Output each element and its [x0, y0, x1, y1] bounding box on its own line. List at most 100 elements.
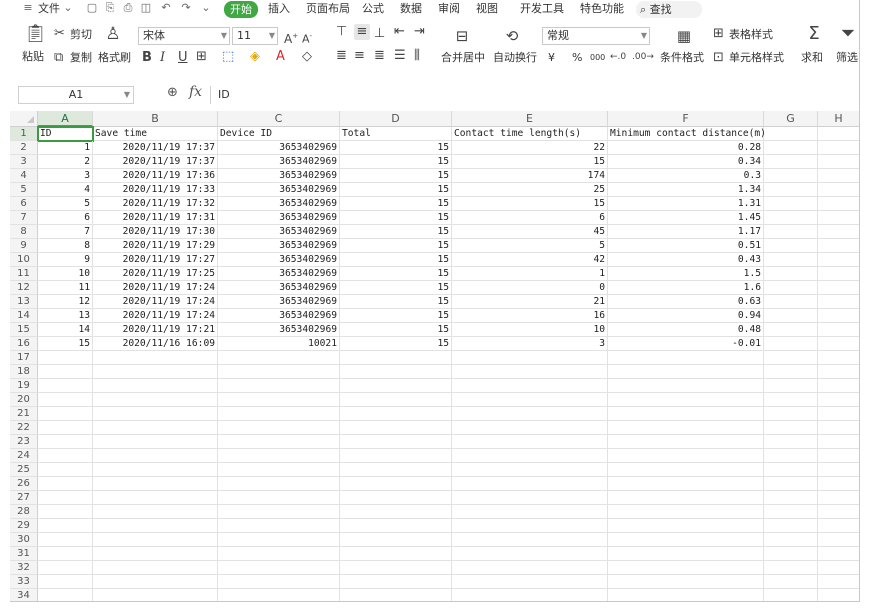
font-size-select[interactable]: 11 ▼ — [232, 27, 278, 45]
cell[interactable] — [818, 239, 859, 253]
row-header[interactable]: 13 — [10, 295, 38, 309]
column-header-f[interactable]: F — [608, 111, 764, 127]
clear-format-icon[interactable]: ◇ — [302, 49, 312, 65]
row-header[interactable]: 32 — [10, 561, 38, 575]
cell[interactable] — [218, 589, 340, 601]
cell[interactable]: 3653402969 — [218, 141, 340, 155]
cell[interactable]: 1.17 — [608, 225, 764, 239]
cell[interactable]: 21 — [452, 295, 608, 309]
cell[interactable] — [93, 533, 218, 547]
cell[interactable]: 2020/11/19 17:31 — [93, 211, 218, 225]
cell[interactable] — [764, 505, 818, 519]
cell[interactable] — [218, 505, 340, 519]
cell[interactable] — [818, 561, 859, 575]
cell[interactable]: 8 — [38, 239, 93, 253]
wrap-text-button[interactable]: 自动换行 — [493, 51, 537, 65]
cell[interactable]: Device ID — [218, 127, 340, 141]
tab-page-layout[interactable]: 页面布局 — [306, 1, 350, 17]
cell[interactable]: 3 — [452, 337, 608, 351]
cell[interactable] — [818, 547, 859, 561]
cell[interactable]: 15 — [340, 183, 452, 197]
cell[interactable] — [38, 379, 93, 393]
cell[interactable]: 2020/11/19 17:24 — [93, 281, 218, 295]
cell[interactable] — [452, 407, 608, 421]
cell[interactable] — [764, 407, 818, 421]
column-header-h[interactable]: H — [818, 111, 859, 127]
increase-font-icon[interactable]: A+ — [284, 28, 298, 47]
cell[interactable]: 5 — [38, 197, 93, 211]
cell[interactable]: 15 — [340, 295, 452, 309]
row-header[interactable]: 7 — [10, 211, 38, 225]
cell[interactable] — [818, 533, 859, 547]
row-header[interactable]: 10 — [10, 253, 38, 267]
cell[interactable] — [818, 211, 859, 225]
cell[interactable] — [218, 379, 340, 393]
cell[interactable] — [764, 253, 818, 267]
cell[interactable] — [818, 141, 859, 155]
cell[interactable]: 3653402969 — [218, 309, 340, 323]
cell[interactable]: 15 — [452, 155, 608, 169]
cell[interactable]: 0.63 — [608, 295, 764, 309]
distributed-icon[interactable]: ⫼ — [414, 48, 420, 64]
row-header[interactable]: 15 — [10, 323, 38, 337]
cell[interactable] — [764, 323, 818, 337]
zoom-icon[interactable]: ⊕ — [167, 85, 178, 100]
cell[interactable] — [218, 561, 340, 575]
cell[interactable] — [218, 463, 340, 477]
cell[interactable]: 3653402969 — [218, 183, 340, 197]
row-header[interactable]: 8 — [10, 225, 38, 239]
tab-developer[interactable]: 开发工具 — [520, 1, 564, 17]
cell[interactable] — [452, 505, 608, 519]
cell[interactable] — [608, 463, 764, 477]
cell[interactable] — [452, 477, 608, 491]
cell[interactable] — [818, 393, 859, 407]
cell[interactable]: 174 — [452, 169, 608, 183]
cell[interactable] — [818, 155, 859, 169]
cell[interactable] — [764, 589, 818, 601]
merge-center-button[interactable]: 合并居中 — [441, 51, 485, 65]
cell[interactable] — [818, 421, 859, 435]
row-header[interactable]: 14 — [10, 309, 38, 323]
cell[interactable]: 0.28 — [608, 141, 764, 155]
cell[interactable] — [93, 463, 218, 477]
cell[interactable] — [340, 547, 452, 561]
cell[interactable] — [38, 463, 93, 477]
cell[interactable] — [218, 365, 340, 379]
cell[interactable] — [818, 463, 859, 477]
cell[interactable] — [340, 365, 452, 379]
cell[interactable] — [38, 449, 93, 463]
tab-data[interactable]: 数据 — [400, 1, 422, 17]
cell[interactable]: 2020/11/19 17:36 — [93, 169, 218, 183]
cell[interactable]: 2020/11/19 17:29 — [93, 239, 218, 253]
cell[interactable] — [340, 519, 452, 533]
cell[interactable]: 3653402969 — [218, 267, 340, 281]
cell[interactable]: Contact time length(s) — [452, 127, 608, 141]
cell[interactable]: 2 — [38, 155, 93, 169]
row-header[interactable]: 9 — [10, 239, 38, 253]
cell[interactable]: 25 — [452, 183, 608, 197]
cell[interactable] — [818, 435, 859, 449]
cell[interactable] — [218, 449, 340, 463]
cell[interactable] — [764, 435, 818, 449]
cell[interactable] — [818, 589, 859, 601]
row-header[interactable]: 12 — [10, 281, 38, 295]
cell[interactable]: 5 — [452, 239, 608, 253]
cell[interactable] — [818, 169, 859, 183]
cell[interactable] — [818, 449, 859, 463]
select-all-corner[interactable] — [10, 111, 38, 127]
cell[interactable]: 15 — [340, 323, 452, 337]
cell[interactable]: 3653402969 — [218, 169, 340, 183]
cell[interactable] — [38, 435, 93, 449]
cell[interactable] — [340, 575, 452, 589]
table-style-button[interactable]: 表格样式 — [729, 28, 773, 42]
cell[interactable] — [93, 379, 218, 393]
cell[interactable] — [38, 561, 93, 575]
paste-button[interactable]: 粘贴 — [22, 50, 44, 64]
cell[interactable]: 3653402969 — [218, 239, 340, 253]
cell[interactable]: 3653402969 — [218, 253, 340, 267]
cell[interactable]: 2020/11/19 17:24 — [93, 309, 218, 323]
cell[interactable] — [818, 379, 859, 393]
row-header[interactable]: 30 — [10, 533, 38, 547]
search-box[interactable]: ⌕ 查找 — [636, 1, 702, 18]
cell[interactable] — [818, 127, 859, 141]
